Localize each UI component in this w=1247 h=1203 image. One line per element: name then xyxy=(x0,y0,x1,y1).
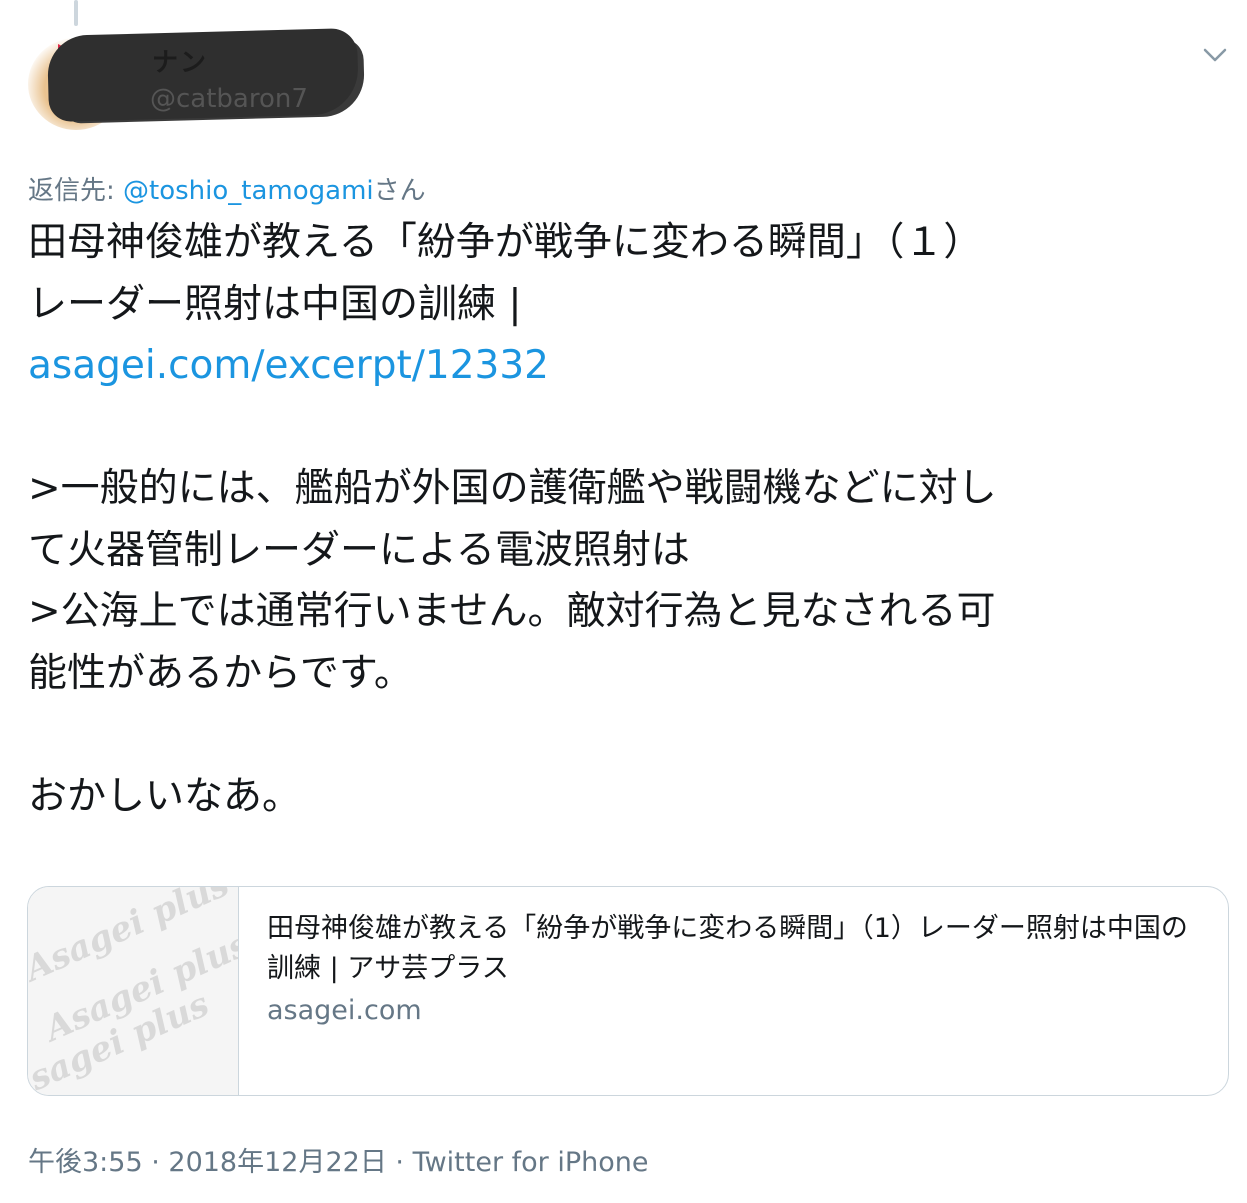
tweet-line: 能性があるからです。 xyxy=(28,650,413,696)
tweet-menu-button[interactable] xyxy=(1200,40,1230,70)
reply-prefix: 返信先: xyxy=(28,176,124,206)
reply-suffix: さん xyxy=(373,176,426,206)
display-name[interactable]: ナン xyxy=(152,42,208,79)
link-preview-card[interactable]: Asagei plus Asagei plus Asagei plus 田母神俊… xyxy=(27,886,1229,1096)
tweet-line: >公海上では通常行いません。敵対行為と見なされる可 xyxy=(28,589,996,634)
card-domain: asagei.com xyxy=(267,995,422,1026)
tweet-client[interactable]: Twitter for iPhone xyxy=(413,1147,649,1178)
meta-separator: · xyxy=(142,1147,169,1178)
tweet-line: レーダー照射は中国の訓練 | xyxy=(28,281,522,327)
chevron-down-icon xyxy=(1203,48,1227,62)
tweet-line: て火器管制レーダーによる電波照射は xyxy=(28,527,690,573)
tweet-url-link[interactable]: asagei.com/excerpt/12332 xyxy=(28,335,1218,397)
tweet-date[interactable]: 2018年12月22日 xyxy=(168,1147,386,1178)
card-thumbnail: Asagei plus Asagei plus Asagei plus xyxy=(28,887,239,1095)
reply-context: 返信先: @toshio_tamogamiさん xyxy=(28,170,426,207)
tweet-time[interactable]: 午後3:55 xyxy=(28,1147,143,1178)
meta-separator: · xyxy=(386,1147,413,1178)
tweet-line: 田母神俊雄が教える「紛争が戦争に変わる瞬間」（１） xyxy=(28,220,983,265)
tweet-line: おかしいなあ。 xyxy=(28,773,302,819)
card-title: 田母神俊雄が教える「紛争が戦争に変わる瞬間」（1）レーダー照射は中国の訓練 | … xyxy=(267,913,1188,984)
reply-mention-link[interactable]: @toshio_tamogami xyxy=(123,176,374,206)
tweet-text: 田母神俊雄が教える「紛争が戦争に変わる瞬間」（１） レーダー照射は中国の訓練 |… xyxy=(28,212,1218,827)
thread-connector-line xyxy=(74,0,78,26)
tweet-metadata: 午後3:55 · 2018年12月22日 · Twitter for iPhon… xyxy=(28,1140,649,1179)
user-handle[interactable]: @catbaron7 xyxy=(150,84,308,114)
tweet-line: >一般的には、艦船が外国の護衛艦や戦闘機などに対し xyxy=(28,466,997,511)
